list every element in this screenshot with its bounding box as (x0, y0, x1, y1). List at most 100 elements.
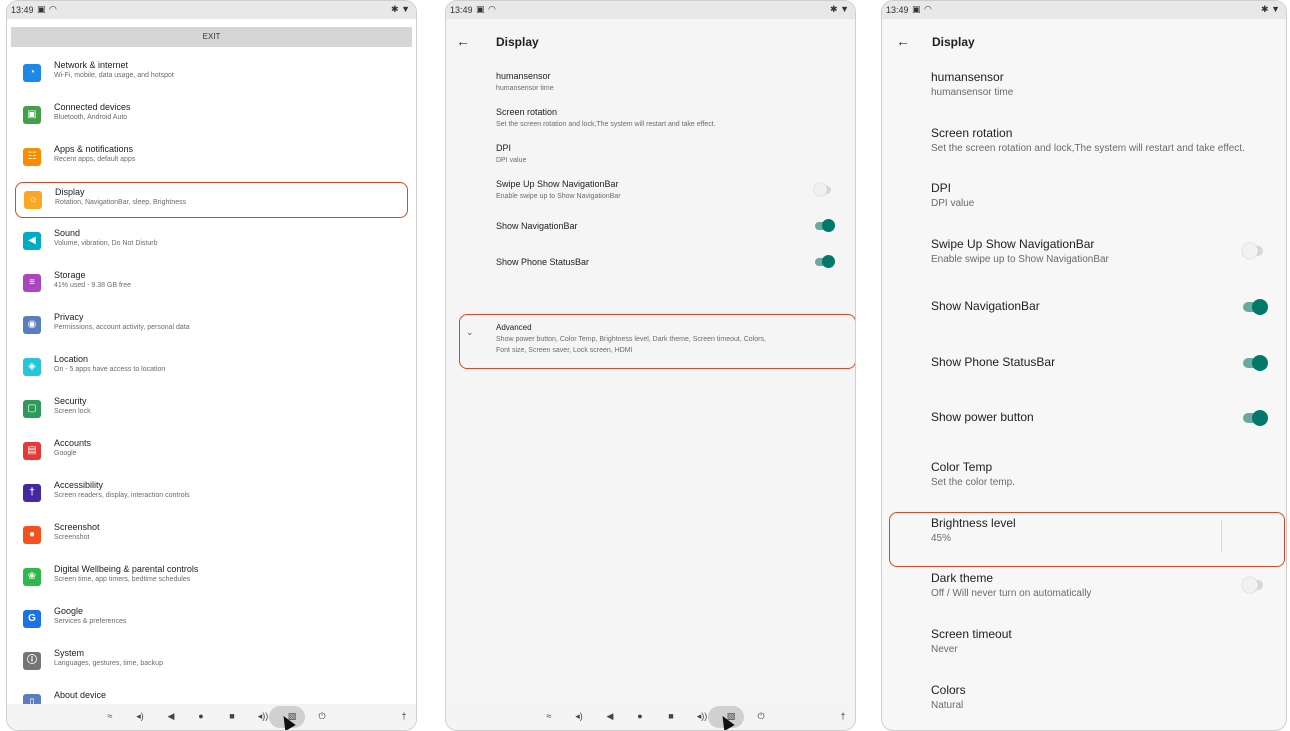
settings-item-sound[interactable]: ◀ Sound Volume, vibration, Do Not Disturb (15, 224, 408, 260)
volume-down-icon[interactable]: ◂) (133, 711, 147, 722)
setting-screen-rotation-title[interactable]: Screen rotation (496, 107, 557, 117)
volume-down-icon[interactable]: ◂) (572, 711, 586, 722)
accessibility-icon: † (23, 484, 41, 502)
settings-item-summary: 41% used - 9.38 GB free (54, 282, 132, 289)
wave-icon[interactable]: ≈ (103, 711, 117, 721)
setting-colors-title[interactable]: Colors (931, 683, 966, 697)
exit-button[interactable]: EXIT (11, 27, 412, 47)
settings-item-network-internet[interactable]: ◔ Network & internet Wi-Fi, mobile, data u… (15, 56, 408, 92)
settings-item-title: System (54, 648, 85, 658)
recents-icon[interactable]: ■ (664, 711, 678, 721)
bluetooth-battery-icons: ✱ ▼ (830, 4, 849, 14)
power-icon[interactable]: ⏻ (315, 711, 329, 722)
apps-notifications-icon: ☷ (23, 148, 41, 166)
settings-item-title: Accounts (54, 438, 92, 448)
setting-screen-timeout-title[interactable]: Screen timeout (931, 627, 1012, 641)
setting-show-phone-statusbar-title[interactable]: Show Phone StatusBar (496, 257, 589, 267)
setting-color-temp-title[interactable]: Color Temp (931, 460, 992, 474)
settings-item-screenshot[interactable]: ● Screenshot Screenshot (15, 518, 408, 554)
accessibility-icon[interactable]: † (836, 711, 850, 721)
toggle-thumb (1242, 243, 1258, 260)
toggle-thumb (1252, 298, 1268, 315)
status-time: 13:49 (450, 5, 473, 15)
settings-item-title: Apps & notifications (54, 144, 134, 154)
settings-item-summary: Permissions, account activity, personal … (54, 324, 190, 331)
navigation-bar: ≈ ◂) ◀ ● ■ ◂)) ▧ ⏻ † (446, 704, 855, 730)
settings-item-location[interactable]: ◈ Location On - 5 apps have access to loca… (15, 350, 408, 386)
status-time: 13:49 (886, 5, 909, 15)
google-icon: G (23, 610, 41, 628)
back-arrow-icon[interactable]: ← (456, 33, 470, 49)
advanced-summary-line2: Font size, Screen saver, Lock screen, HD… (496, 347, 633, 354)
settings-item-title: Location (54, 354, 89, 364)
settings-item-title: Network & internet (54, 60, 129, 70)
home-icon[interactable]: ● (633, 711, 647, 721)
advanced-row[interactable]: ⌄ Advanced Show power button, Color Temp… (459, 314, 855, 369)
accessibility-icon[interactable]: † (397, 711, 411, 721)
back-arrow-icon[interactable]: ← (896, 33, 910, 49)
settings-item-title: Digital Wellbeing & parental controls (54, 564, 199, 574)
settings-item-storage[interactable]: ≡ Storage 41% used - 9.38 GB free (15, 266, 408, 302)
setting-screen-rotation-title[interactable]: Screen rotation (931, 126, 1012, 140)
setting-show-navigationbar-title[interactable]: Show NavigationBar (496, 221, 578, 231)
system-icon: ⓘ (23, 652, 41, 670)
setting-swipe-up-show-navigationbar-title[interactable]: Swipe Up Show NavigationBar (931, 237, 1094, 251)
setting-dark-theme-title[interactable]: Dark theme (931, 571, 993, 585)
bluetooth-battery-icons: ✱ ▼ (1261, 4, 1280, 14)
volume-up-icon[interactable]: ◂)) (695, 711, 709, 722)
settings-item-summary: Volume, vibration, Do Not Disturb (54, 240, 158, 247)
settings-item-google[interactable]: G Google Services & preferences (15, 602, 408, 638)
settings-item-summary: Bluetooth, Android Auto (54, 114, 128, 121)
setting-show-phone-statusbar-title[interactable]: Show Phone StatusBar (931, 355, 1055, 369)
wave-icon[interactable]: ≈ (542, 711, 556, 721)
setting-swipe-up-show-navigationbar-summary: Enable swipe up to Show NavigationBar (496, 193, 621, 200)
settings-item-summary: Screen time, app timers, bedtime schedul… (54, 576, 191, 583)
settings-item-digital-wellbeing-parental-controls[interactable]: ❀ Digital Wellbeing & parental controls Sc… (15, 560, 408, 596)
page-title: Display (932, 35, 975, 49)
setting-dpi-title[interactable]: DPI (496, 143, 511, 153)
settings-item-display[interactable]: ☼ Display Rotation, NavigationBar, sleep, … (15, 182, 408, 218)
settings-panel: 13:49 ▣ ◠ ✱ ▼ EXIT ◔ Network & internet Wi… (6, 0, 417, 731)
wifi-icon: ◠ (924, 4, 932, 14)
toggle-thumb (1252, 410, 1268, 427)
setting-screen-rotation-summary: Set the screen rotation and lock,The sys… (496, 121, 716, 128)
back-icon[interactable]: ◀ (164, 711, 178, 722)
power-icon[interactable]: ⏻ (754, 711, 768, 722)
screenshot-icon: ● (23, 526, 41, 544)
settings-item-summary: Rotation, NavigationBar, sleep, Brightne… (55, 199, 187, 206)
settings-item-summary: Wi-Fi, mobile, data usage, and hotspot (54, 72, 174, 79)
settings-item-title: Screenshot (54, 522, 100, 532)
setting-color-temp-summary: Set the color temp. (931, 476, 1015, 488)
settings-item-title: Storage (54, 270, 86, 280)
settings-item-summary: Google (54, 450, 77, 457)
setting-dpi-title[interactable]: DPI (931, 181, 951, 195)
navigation-bar: ≈ ◂) ◀ ● ■ ◂)) ▧ ⏻ † (7, 704, 416, 730)
settings-item-security[interactable]: ▢ Security Screen lock (15, 392, 408, 428)
toggle-thumb (822, 255, 835, 268)
settings-item-system[interactable]: ⓘ System Languages, gestures, time, backup (15, 644, 408, 680)
setting-dpi-summary: DPI value (496, 157, 527, 164)
setting-humansensor-summary: humansensor time (931, 87, 1014, 98)
setting-swipe-up-show-navigationbar-summary: Enable swipe up to Show NavigationBar (931, 254, 1109, 266)
home-icon[interactable]: ● (194, 711, 208, 721)
toggle-thumb (1252, 354, 1268, 371)
settings-item-accessibility[interactable]: † Accessibility Screen readers, display, i… (15, 476, 408, 512)
settings-item-accounts[interactable]: ▤ Accounts Google (15, 434, 408, 470)
settings-item-apps-notifications[interactable]: ☷ Apps & notifications Recent apps, defaul… (15, 140, 408, 176)
setting-humansensor-title[interactable]: humansensor (931, 70, 1004, 84)
setting-show-power-button-title[interactable]: Show power button (931, 410, 1034, 424)
settings-item-connected-devices[interactable]: ▣ Connected devices Bluetooth, Android Aut… (15, 98, 408, 134)
recents-icon[interactable]: ■ (225, 711, 239, 721)
settings-item-privacy[interactable]: ◉ Privacy Permissions, account activity, p… (15, 308, 408, 344)
setting-swipe-up-show-navigationbar-title[interactable]: Swipe Up Show NavigationBar (496, 179, 619, 189)
display-settings-panel: 13:49 ▣ ◠ ✱ ▼ ← Display humansensor human… (445, 0, 856, 731)
sound-icon: ◀ (23, 232, 41, 250)
back-icon[interactable]: ◀ (603, 711, 617, 722)
volume-up-icon[interactable]: ◂)) (256, 711, 270, 722)
toggle-thumb (822, 219, 835, 232)
setting-humansensor-title[interactable]: humansensor (496, 71, 551, 81)
setting-humansensor-summary: humansensor time (496, 85, 554, 92)
settings-item-summary: On - 5 apps have access to location (54, 366, 166, 373)
settings-item-title: Privacy (54, 312, 84, 322)
setting-show-navigationbar-title[interactable]: Show NavigationBar (931, 299, 1040, 313)
